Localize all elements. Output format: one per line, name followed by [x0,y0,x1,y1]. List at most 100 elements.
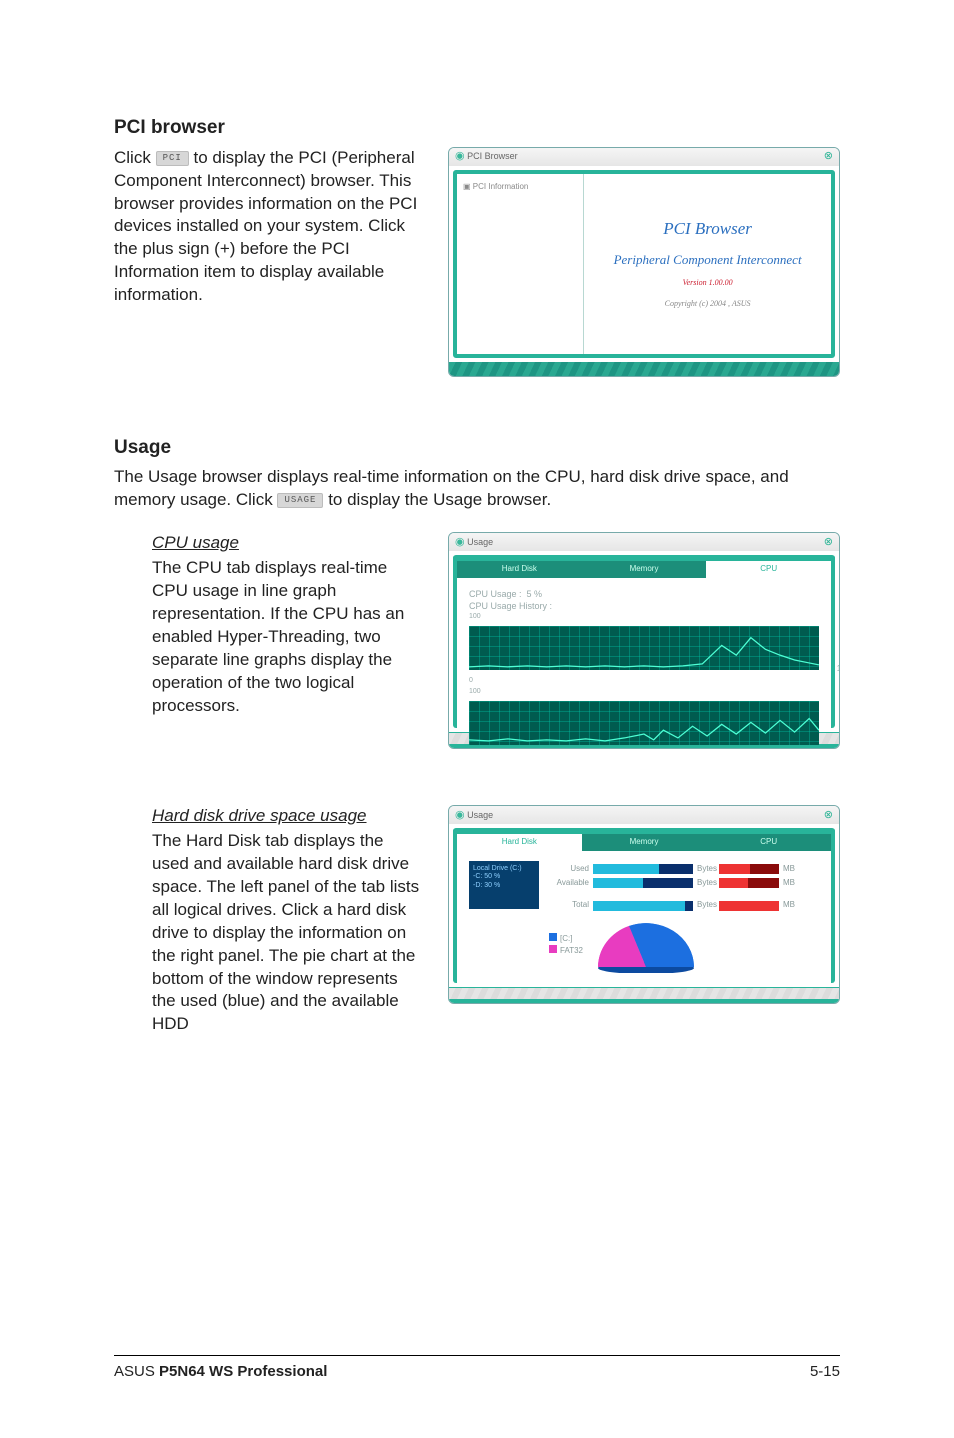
pci-row: Click PCI to display the PCI (Peripheral… [114,147,840,377]
hdd-total-bar-unit: Bytes [697,900,715,911]
close-icon[interactable]: ⊗ [824,808,833,823]
page-footer: ASUS P5N64 WS Professional 5-15 [114,1355,840,1382]
cpu-text: The CPU tab displays real-time CPU usage… [152,557,420,718]
hdd-window: ◉ Usage ⊗ Hard Disk Memory CPU Local Dri… [448,805,840,1004]
pci-window-title: PCI Browser [467,151,518,161]
cpu-subhead: CPU usage [152,532,420,555]
usage-intro: The Usage browser displays real-time inf… [114,466,840,512]
pci-section: PCI browser Click PCI to display the PCI… [114,115,840,377]
usage-heading: Usage [114,435,840,461]
close-icon[interactable]: ⊗ [824,535,833,550]
hdd-total-bar [593,901,693,911]
pci-splash-subtitle: Peripheral Component Interconnect [614,251,802,269]
tab-hard-disk[interactable]: Hard Disk [457,561,582,578]
cpu-usage-label: CPU Usage : [469,589,522,599]
hdd-drive-line[interactable]: Local Drive (C:) [473,865,535,873]
hdd-details: Used Bytes MB Available Bytes [549,861,819,973]
legend-fs: FAT32 [560,946,583,955]
hdd-window-titlebar: ◉ Usage ⊗ [449,806,839,824]
hdd-subhead: Hard disk drive space usage [152,805,420,828]
footer-product-name: P5N64 WS Professional [159,1363,327,1380]
hdd-block: Hard disk drive space usage The Hard Dis… [114,805,840,1036]
hdd-drive-line[interactable]: -D: 30 % [473,882,535,890]
hdd-window-body: Hard Disk Memory CPU Local Drive (C:) -C… [453,828,835,983]
pci-splash: PCI Browser Peripheral Component Interco… [584,174,831,354]
pci-window-body: PCI Information PCI Browser Peripheral C… [453,170,835,358]
cpu-history-label: CPU Usage History : [469,600,819,612]
tab-memory[interactable]: Memory [582,834,707,851]
legend-drive: [C:] [560,934,572,943]
cpu-area: CPU Usage : 5 % CPU Usage History : 100 … [457,578,831,728]
cpu-tabs: Hard Disk Memory CPU [457,559,831,578]
tab-hard-disk[interactable]: Hard Disk [457,834,582,851]
window-orb-icon: ◉ [455,536,465,548]
tab-cpu[interactable]: CPU [706,834,831,851]
hdd-row-total: Total Bytes MB [549,900,819,911]
pci-window-wrap: ◉ PCI Browser ⊗ PCI Information PCI Brow… [448,147,840,377]
footer-brand: ASUS [114,1363,159,1380]
pci-text-part1: Click [114,148,156,167]
hdd-tabs: Hard Disk Memory CPU [457,832,831,851]
hdd-used-label: Used [549,864,589,875]
hdd-pie-wrap: [C:] FAT32 [549,917,819,973]
hdd-pie-legend: [C:] FAT32 [549,933,583,957]
hdd-avail-mb-unit: MB [783,878,801,889]
hdd-avail-bar [593,878,693,888]
window-orb-icon: ◉ [455,809,465,821]
window-resize-grip [449,362,839,376]
pci-tree-item[interactable]: PCI Information [463,182,577,193]
pci-heading: PCI browser [114,115,840,141]
usage-intro-part2: to display the Usage browser. [328,490,551,509]
hdd-avail-redbar [719,878,779,888]
cpu-graph-2 [469,701,819,745]
hdd-row-used: Used Bytes MB [549,864,819,875]
close-icon[interactable]: ⊗ [824,149,833,164]
footer-page-number: 5-15 [810,1362,840,1382]
cpu-graph2-pct: 18 % [837,664,840,675]
hdd-text: The Hard Disk tab displays the used and … [152,830,420,1036]
cpu-graph-1 [469,626,819,670]
hdd-drive-list[interactable]: Local Drive (C:) -C: 50 % -D: 30 % [469,861,539,909]
legend-swatch-blue [549,933,557,941]
tab-memory[interactable]: Memory [582,561,707,578]
cpu-block: CPU usage The CPU tab displays real-time… [114,532,840,749]
hdd-used-bar [593,864,693,874]
pci-icon-button[interactable]: PCI [156,151,189,166]
cpu-window: ◉ Usage ⊗ Hard Disk Memory CPU CPU Usage… [448,532,840,749]
pci-tree[interactable]: PCI Information [457,174,584,354]
usage-icon-button[interactable]: USAGE [277,493,323,508]
hdd-used-mb-unit: MB [783,864,801,875]
hdd-area: Local Drive (C:) -C: 50 % -D: 30 % Used … [457,851,831,983]
hdd-text-col: Hard disk drive space usage The Hard Dis… [114,805,420,1036]
tab-cpu[interactable]: CPU [706,561,831,578]
pci-window: ◉ PCI Browser ⊗ PCI Information PCI Brow… [448,147,840,377]
hdd-window-title: Usage [467,810,493,820]
hdd-pie-chart [591,917,701,973]
pci-window-titlebar: ◉ PCI Browser ⊗ [449,148,839,166]
cpu-text-col: CPU usage The CPU tab displays real-time… [114,532,420,718]
window-resize-grip [449,987,839,1003]
hdd-window-wrap: ◉ Usage ⊗ Hard Disk Memory CPU Local Dri… [448,805,840,1004]
hdd-used-bar-unit: Bytes [697,864,715,875]
window-orb-icon: ◉ [455,150,465,162]
hdd-total-label: Total [549,900,589,911]
cpu-window-titlebar: ◉ Usage ⊗ [449,533,839,551]
cpu-window-body: Hard Disk Memory CPU CPU Usage : 5 % CPU… [453,555,835,728]
legend-swatch-pink [549,945,557,953]
hdd-total-mb-unit: MB [783,900,801,911]
pci-copyright: Copyright (c) 2004 , ASUS [665,299,751,310]
hdd-avail-bar-unit: Bytes [697,878,715,889]
hdd-used-redbar [719,864,779,874]
cpu-window-wrap: ◉ Usage ⊗ Hard Disk Memory CPU CPU Usage… [448,532,840,749]
footer-product: ASUS P5N64 WS Professional [114,1362,327,1382]
hdd-drive-line[interactable]: -C: 50 % [473,873,535,881]
pci-splash-title: PCI Browser [663,218,752,241]
hdd-row-avail: Available Bytes MB [549,878,819,889]
usage-section: Usage The Usage browser displays real-ti… [114,435,840,1037]
hdd-avail-label: Available [549,878,589,889]
pci-text-part2: to display the PCI (Peripheral Component… [114,148,417,305]
pci-version: Version 1.00.00 [683,278,733,289]
cpu-usage-value: 5 % [527,589,543,599]
hdd-total-redbar [719,901,779,911]
pci-text: Click PCI to display the PCI (Peripheral… [114,147,420,308]
